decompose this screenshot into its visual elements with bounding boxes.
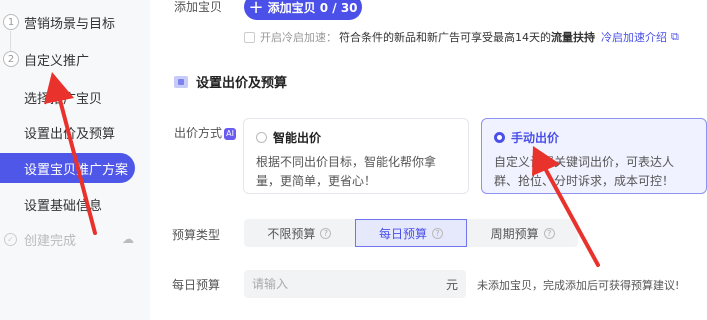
step-custom-promotion[interactable]: 2 自定义推广 <box>0 47 89 71</box>
ticket-icon <box>174 75 188 88</box>
help-icon[interactable]: ? <box>543 227 555 239</box>
external-link-icon[interactable]: ⧉ <box>671 30 679 44</box>
sidebar-item-bid-budget[interactable]: 设置出价及预算 <box>24 123 115 142</box>
add-item-button-label: 添加宝贝 0 / 30 <box>267 0 358 15</box>
bid-method-label: 出价方式 AI <box>174 124 237 141</box>
step-label: 创建完成 <box>24 233 77 249</box>
step-marketing-goal[interactable]: 1 营销场景与目标 <box>0 10 115 34</box>
bid-option-title: 智能出价 <box>273 131 322 145</box>
sidebar-item-select-items[interactable]: 选择推广宝贝 <box>24 88 102 107</box>
cold-start-checkbox[interactable] <box>244 31 255 43</box>
bid-option-smart[interactable]: 智能出价 根据不同出价目标，智能化帮你拿量，更简单，更省心！ <box>243 118 469 194</box>
daily-budget-input[interactable] <box>252 277 402 291</box>
cold-start-link[interactable]: 冷启加速介绍 <box>601 29 667 45</box>
bid-option-desc: 根据不同出价目标，智能化帮你拿量，更简单，更省心！ <box>256 155 437 188</box>
cloud-icon: ☁ <box>122 232 134 246</box>
section-title-text: 设置出价及预算 <box>196 76 288 91</box>
cold-start-bold: 流量扶持 <box>551 31 595 44</box>
daily-budget-label: 每日预算 <box>172 278 221 292</box>
add-item-button[interactable]: + 添加宝贝 0 / 30 <box>244 0 362 20</box>
cold-start-label: 开启冷启加速： <box>260 31 337 44</box>
budget-type-segmented: 不限预算 ? 每日预算 ? 周期预算 ? <box>244 219 578 247</box>
bid-method-label-text: 出价方式 <box>174 126 223 140</box>
currency-unit: 元 <box>445 277 458 292</box>
budget-option-label: 不限预算 <box>267 226 316 241</box>
budget-option-period[interactable]: 周期预算 ? <box>467 219 578 247</box>
budget-option-label: 周期预算 <box>490 226 539 241</box>
radio-button[interactable] <box>494 132 505 143</box>
section-title: 设置出价及预算 <box>174 72 287 91</box>
budget-hint: 未添加宝贝，完成添加后可获得预算建议! <box>477 279 680 292</box>
budget-type-label: 预算类型 <box>172 228 221 242</box>
cold-start-text: 符合条件的新品和新广告可享受最高14天的 <box>339 31 551 44</box>
plus-icon: + <box>248 0 264 18</box>
bid-option-desc: 自定义设置关键词出价，可表达人群、抢位、分时诉求，成本可控！ <box>494 155 675 188</box>
step-number: 2 <box>3 51 19 67</box>
help-icon[interactable]: ? <box>320 227 332 239</box>
daily-budget-field[interactable]: 元 <box>244 270 466 298</box>
ai-badge-icon: AI <box>224 127 237 140</box>
help-icon[interactable]: ? <box>432 227 444 239</box>
check-circle-icon: ✓ <box>4 232 17 246</box>
step-complete: ✓ 创建完成 ☁ <box>4 229 134 249</box>
bid-option-title: 手动出价 <box>511 131 560 145</box>
sidebar-item-basic-info[interactable]: 设置基础信息 <box>24 195 102 214</box>
radio-button[interactable] <box>256 132 267 143</box>
bid-option-head: 手动出价 <box>494 129 694 146</box>
step-number: 1 <box>3 14 19 30</box>
budget-option-daily[interactable]: 每日预算 ? <box>354 219 468 247</box>
sidebar-item-item-plan[interactable]: 设置宝贝推广方案 <box>0 153 135 183</box>
step-label: 自定义推广 <box>24 53 90 69</box>
budget-option-unlimited[interactable]: 不限预算 ? <box>244 219 355 247</box>
add-item-label: 添加宝贝 <box>174 0 223 14</box>
step-label: 营销场景与目标 <box>24 16 116 32</box>
bid-option-head: 智能出价 <box>256 129 456 146</box>
main-panel: 添加宝贝 + 添加宝贝 0 / 30 开启冷启加速： 符合条件的新品和新广告可享… <box>150 0 707 320</box>
sidebar: 1 营销场景与目标 2 自定义推广 选择推广宝贝 设置出价及预算 设置宝贝推广方… <box>0 0 150 320</box>
cold-start-row: 开启冷启加速： 符合条件的新品和新广告可享受最高14天的 流量扶持 冷启加速介绍… <box>244 30 679 44</box>
budget-option-label: 每日预算 <box>379 226 428 241</box>
bid-option-manual[interactable]: 手动出价 自定义设置关键词出价，可表达人群、抢位、分时诉求，成本可控！ <box>481 118 707 194</box>
